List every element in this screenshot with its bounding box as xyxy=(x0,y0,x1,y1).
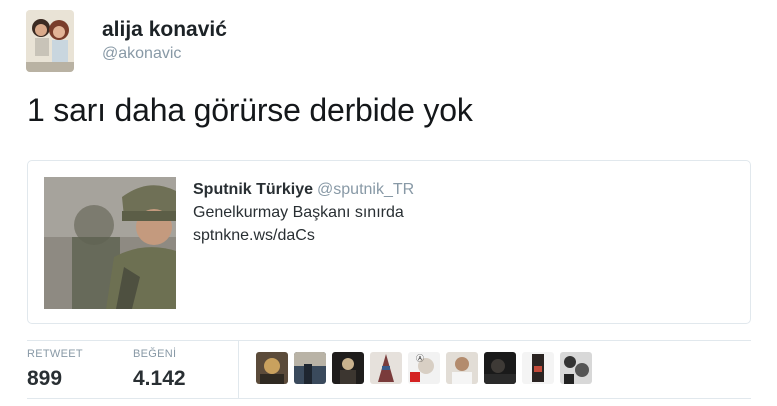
liker-avatar[interactable]: Ⓐ xyxy=(408,352,440,384)
liker-avatar[interactable] xyxy=(522,352,554,384)
svg-text:Ⓐ: Ⓐ xyxy=(416,354,424,363)
card-author-handle[interactable]: @sputnik_TR xyxy=(317,181,414,198)
stat-separator xyxy=(238,341,239,398)
divider xyxy=(27,398,751,399)
tweet-text: 1 sarı daha görürse derbide yok xyxy=(27,92,473,128)
card-link[interactable]: sptnkne.ws/daCs xyxy=(193,224,414,247)
likers-list: Ⓐ xyxy=(256,352,598,384)
like-label: BEĞENİ xyxy=(133,348,177,360)
liker-avatar[interactable] xyxy=(560,352,592,384)
card-image xyxy=(44,177,176,309)
liker-avatar[interactable] xyxy=(370,352,402,384)
retweet-count: 899 xyxy=(27,367,63,390)
like-count: 4.142 xyxy=(133,367,186,390)
liker-avatar[interactable] xyxy=(294,352,326,384)
liker-avatar[interactable] xyxy=(256,352,288,384)
card-author-name[interactable]: Sputnik Türkiye xyxy=(193,181,313,198)
liker-avatar[interactable] xyxy=(446,352,478,384)
user-handle[interactable]: @akonavic xyxy=(102,43,227,65)
retweet-label: RETWEET xyxy=(27,348,83,360)
like-stat[interactable]: BEĞENİ 4.142 xyxy=(133,347,186,393)
card-headline: Genelkurmay Başkanı sınırda xyxy=(193,204,404,221)
divider xyxy=(27,340,751,341)
avatar[interactable] xyxy=(26,10,74,72)
retweet-stat[interactable]: RETWEET 899 xyxy=(27,347,83,393)
quoted-tweet-card[interactable]: Sputnik Türkiye @sputnik_TR Genelkurmay B… xyxy=(27,160,751,324)
user-name[interactable]: alija konavić xyxy=(102,17,227,43)
liker-avatar[interactable] xyxy=(484,352,516,384)
liker-avatar[interactable] xyxy=(332,352,364,384)
tweet-header: alija konavić @akonavic xyxy=(26,10,227,72)
